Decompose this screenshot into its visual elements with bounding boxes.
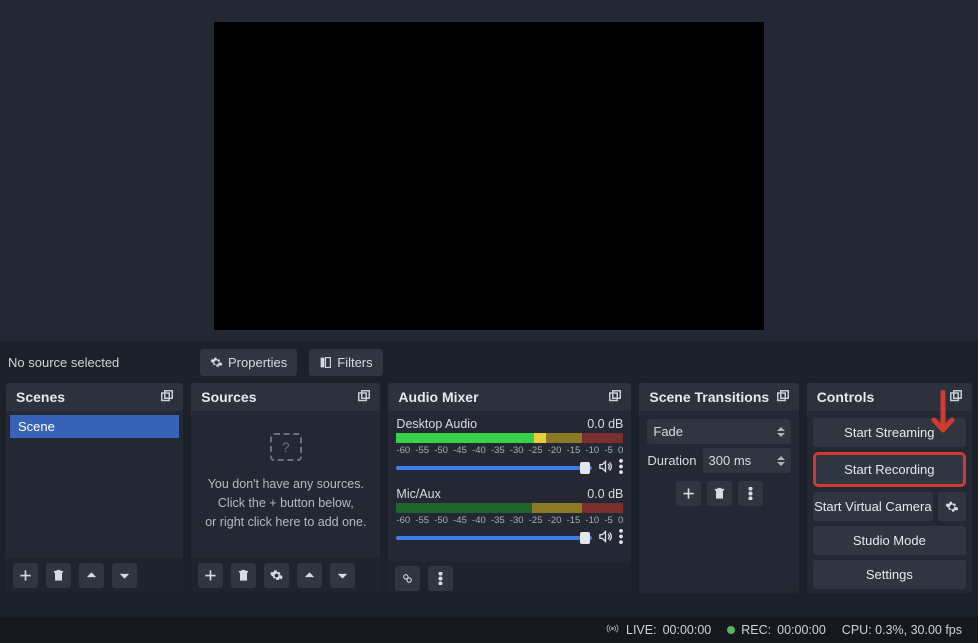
no-source-label: No source selected	[8, 355, 188, 370]
scenes-list[interactable]: Scene	[6, 411, 183, 558]
mixer-footer	[388, 561, 631, 593]
audio-meter	[396, 503, 623, 513]
mixer-title: Audio Mixer	[398, 389, 478, 405]
duration-label: Duration	[647, 453, 696, 468]
sources-dock: Sources ? You don't have any sources. Cl…	[191, 383, 380, 593]
controls-dock: Controls Start Streaming Start Recording…	[807, 383, 972, 593]
preview-canvas[interactable]	[214, 22, 764, 330]
transition-select[interactable]: Fade	[647, 419, 790, 444]
mixer-menu-button[interactable]	[428, 566, 453, 591]
source-properties-button[interactable]	[264, 563, 289, 588]
scenes-header: Scenes	[6, 383, 183, 411]
channel-db: 0.0 dB	[587, 417, 623, 431]
popout-icon[interactable]	[950, 389, 962, 405]
db-scale: -60-55-50-45-40-35-30-25-20-15-10-50	[396, 515, 623, 526]
duration-input[interactable]: 300 ms	[703, 448, 791, 473]
filter-icon	[319, 356, 332, 369]
controls-header: Controls	[807, 383, 972, 411]
transitions-body: Fade Duration 300 ms	[639, 411, 798, 593]
scene-item[interactable]: Scene	[10, 415, 179, 438]
transitions-title: Scene Transitions	[649, 389, 769, 405]
db-scale: -60-55-50-45-40-35-30-25-20-15-10-50	[396, 445, 623, 456]
speaker-icon[interactable]	[598, 529, 613, 547]
status-cpu: CPU: 0.3%, 30.00 fps	[842, 623, 962, 637]
scene-up-button[interactable]	[79, 563, 104, 588]
controls-title: Controls	[817, 389, 875, 405]
scenes-footer	[6, 558, 183, 593]
sources-title: Sources	[201, 389, 256, 405]
source-up-button[interactable]	[297, 563, 322, 588]
status-rec: REC: 00:00:00	[727, 623, 826, 637]
speaker-icon[interactable]	[598, 459, 613, 477]
properties-button[interactable]: Properties	[200, 349, 297, 376]
live-time: 00:00:00	[663, 623, 712, 637]
rec-dot-icon	[727, 626, 735, 634]
sources-empty-line3: or right click here to add one.	[195, 513, 376, 532]
audio-mixer-dock: Audio Mixer Desktop Audio 0.0 dB -60-55-5…	[388, 383, 631, 593]
volume-slider[interactable]	[396, 536, 592, 540]
add-source-button[interactable]	[198, 563, 223, 588]
kebab-icon[interactable]	[619, 529, 623, 547]
popout-icon[interactable]	[358, 389, 370, 405]
sources-empty[interactable]: ? You don't have any sources. Click the …	[191, 411, 380, 558]
properties-label: Properties	[228, 355, 287, 370]
mixer-advanced-button[interactable]	[395, 566, 420, 591]
popout-icon[interactable]	[609, 389, 621, 405]
rec-time: 00:00:00	[777, 623, 826, 637]
transition-selected: Fade	[653, 424, 683, 439]
filters-label: Filters	[337, 355, 372, 370]
sources-footer	[191, 558, 380, 593]
sources-header: Sources	[191, 383, 380, 411]
popout-icon[interactable]	[161, 389, 173, 405]
virtual-camera-settings-button[interactable]	[938, 492, 966, 521]
controls-body: Start Streaming Start Recording Start Vi…	[807, 411, 972, 593]
scenes-title: Scenes	[16, 389, 65, 405]
mixer-body: Desktop Audio 0.0 dB -60-55-50-45-40-35-3…	[388, 411, 631, 561]
mid-toolbar: No source selected Properties Filters	[0, 341, 978, 383]
kebab-icon[interactable]	[619, 459, 623, 477]
status-live: LIVE: 00:00:00	[605, 622, 711, 638]
start-recording-button[interactable]: Start Recording	[813, 452, 966, 487]
mixer-channel-mic: Mic/Aux 0.0 dB -60-55-50-45-40-35-30-25-2…	[396, 487, 623, 547]
settings-button[interactable]: Settings	[813, 560, 966, 589]
sources-empty-line2: Click the + button below,	[195, 494, 376, 513]
filters-button[interactable]: Filters	[309, 349, 382, 376]
status-bar: LIVE: 00:00:00 REC: 00:00:00 CPU: 0.3%, …	[0, 617, 978, 643]
channel-name: Desktop Audio	[396, 417, 477, 431]
delete-source-button[interactable]	[231, 563, 256, 588]
delete-scene-button[interactable]	[46, 563, 71, 588]
start-virtual-camera-button[interactable]: Start Virtual Camera	[813, 492, 933, 521]
channel-name: Mic/Aux	[396, 487, 440, 501]
audio-meter	[396, 433, 623, 443]
delete-transition-button[interactable]	[707, 481, 732, 506]
source-down-button[interactable]	[330, 563, 355, 588]
start-streaming-button[interactable]: Start Streaming	[813, 418, 966, 447]
scenes-dock: Scenes Scene	[6, 383, 183, 593]
popout-icon[interactable]	[777, 389, 789, 405]
mixer-header: Audio Mixer	[388, 383, 631, 411]
question-icon: ?	[270, 433, 302, 461]
transitions-dock: Scene Transitions Fade Duration 300 ms	[639, 383, 798, 593]
add-transition-button[interactable]	[676, 481, 701, 506]
mixer-channel-desktop: Desktop Audio 0.0 dB -60-55-50-45-40-35-3…	[396, 417, 623, 477]
channel-db: 0.0 dB	[587, 487, 623, 501]
live-label: LIVE:	[626, 623, 657, 637]
transition-menu-button[interactable]	[738, 481, 763, 506]
transitions-header: Scene Transitions	[639, 383, 798, 411]
preview-area	[0, 0, 978, 341]
scene-down-button[interactable]	[112, 563, 137, 588]
add-scene-button[interactable]	[13, 563, 38, 588]
studio-mode-button[interactable]: Studio Mode	[813, 526, 966, 555]
sources-empty-line1: You don't have any sources.	[195, 475, 376, 494]
duration-value: 300 ms	[709, 453, 752, 468]
volume-slider[interactable]	[396, 466, 592, 470]
gear-icon	[210, 356, 223, 369]
broadcast-icon	[605, 622, 620, 638]
rec-label: REC:	[741, 623, 771, 637]
